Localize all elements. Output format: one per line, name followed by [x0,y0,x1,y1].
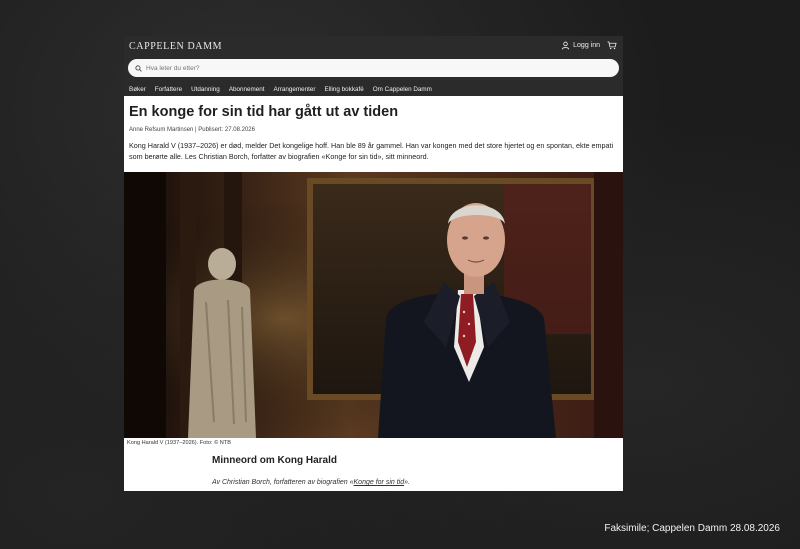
nav-item-elling-bokkafe[interactable]: Elling bokkafé [325,86,364,93]
search-bar[interactable] [128,59,619,77]
nav-item-forfattere[interactable]: Forfattere [155,86,182,93]
author-prefix: Av Christian Borch, forfatteren av biogr… [212,479,354,486]
author-line: Av Christian Borch, forfatteren av biogr… [212,479,410,486]
brand-logo[interactable]: CAPPELEN DAMM [129,41,222,52]
facsimile-credit: Faksimile; Cappelen Damm 28.08.2026 [604,523,780,534]
cart-icon[interactable] [607,41,617,50]
nav-item-abonnement[interactable]: Abonnement [229,86,265,93]
screenshot-page: CAPPELEN DAMM Logg inn Bøker Forfattere … [124,36,623,491]
article-byline: Anne Refsum Martinsen | Publisert: 27.08… [129,127,255,133]
top-bar: CAPPELEN DAMM Logg inn [124,36,623,58]
article-header: En konge for sin tid har gått ut av tide… [124,96,623,162]
user-icon[interactable] [561,41,570,50]
search-row [124,58,623,82]
login-area[interactable]: Logg inn [561,41,617,50]
nav-item-boker[interactable]: Bøker [129,86,146,93]
nav-item-arrangementer[interactable]: Arrangementer [274,86,316,93]
article-title: En konge for sin tid har gått ut av tide… [129,104,399,120]
article-lead: Kong Harald V (1937–2026) er død, melder… [129,141,614,161]
section-heading: Minneord om Kong Harald [212,455,337,466]
photo-caption: Kong Harald V (1937–2026). Foto: © NTB [127,440,231,446]
nav-item-om-cappelen-damm[interactable]: Om Cappelen Damm [373,86,432,93]
biography-link[interactable]: Konge for sin tid [354,479,405,486]
main-nav: Bøker Forfattere Utdanning Abonnement Ar… [124,82,623,96]
search-icon[interactable] [135,64,142,72]
search-input[interactable] [146,64,446,72]
login-link[interactable]: Logg inn [573,42,600,49]
author-suffix: ». [404,479,410,486]
nav-item-utdanning[interactable]: Utdanning [191,86,220,93]
article-photo [124,172,623,438]
